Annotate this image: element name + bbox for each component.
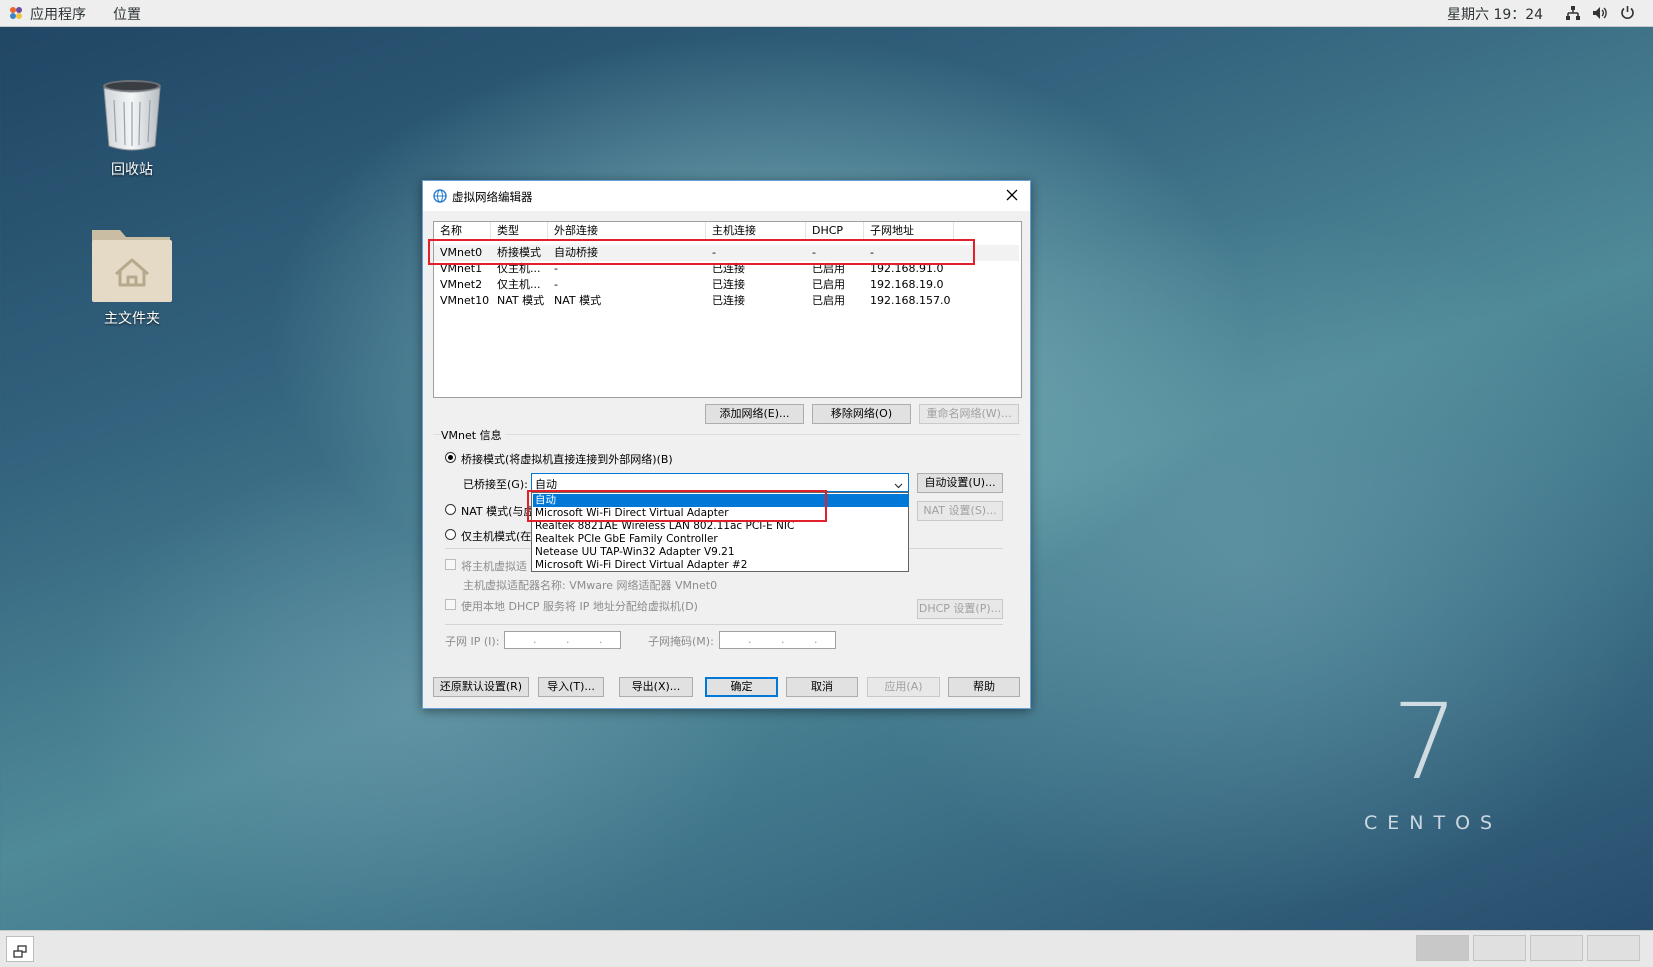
cell-host: 已连接	[712, 278, 745, 291]
power-icon[interactable]	[1620, 5, 1635, 24]
export-button[interactable]: 导出(X)...	[619, 677, 693, 697]
subnet-ip-label: 子网 IP (I):	[445, 635, 500, 648]
cell-name: VMnet2	[440, 278, 483, 291]
cell-dhcp: 已启用	[812, 278, 845, 291]
dropdown-option[interactable]: Netease UU TAP-Win32 Adapter V9.21	[533, 546, 909, 559]
vmnet0-highlight-box	[428, 239, 975, 265]
show-desktop-button[interactable]	[6, 936, 34, 962]
use-local-dhcp-checkbox[interactable]	[445, 599, 456, 610]
bridged-to-label: 已桥接至(G):	[463, 478, 528, 491]
help-button[interactable]: 帮助	[948, 677, 1020, 697]
applications-menu[interactable]: 应用程序	[30, 4, 86, 24]
dropdown-option[interactable]: Microsoft Wi-Fi Direct Virtual Adapter #…	[533, 559, 909, 572]
chevron-down-icon	[894, 479, 903, 492]
cell-external: NAT 模式	[554, 294, 602, 307]
rename-network-button[interactable]: 重命名网络(W)...	[919, 404, 1019, 424]
restore-defaults-button[interactable]: 还原默认设置(R)	[433, 677, 529, 697]
col-header-subnet[interactable]: 子网地址	[864, 222, 954, 240]
ok-button[interactable]: 确定	[705, 677, 778, 697]
workspace-1[interactable]	[1416, 935, 1469, 961]
connect-host-adapter-checkbox[interactable]	[445, 559, 456, 570]
cell-type: 仅主机...	[497, 278, 541, 291]
table-row[interactable]: VMnet10 NAT 模式 NAT 模式 已连接 已启用 192.168.15…	[434, 293, 1019, 309]
network-icon[interactable]	[1565, 6, 1581, 25]
import-button[interactable]: 导入(T)...	[538, 677, 604, 697]
cell-external: -	[554, 278, 558, 291]
workspace-3[interactable]	[1530, 935, 1583, 961]
add-network-button[interactable]: 添加网络(E)...	[705, 404, 804, 424]
cell-subnet: 192.168.19.0	[870, 278, 944, 291]
nat-mode-label[interactable]: NAT 模式(与虚	[461, 503, 534, 519]
auto-settings-button[interactable]: 自动设置(U)...	[917, 473, 1003, 493]
cell-dhcp: 已启用	[812, 294, 845, 307]
window-list-icon	[13, 943, 27, 962]
dhcp-settings-button[interactable]: DHCP 设置(P)...	[917, 599, 1003, 619]
col-header-type[interactable]: 类型	[491, 222, 548, 240]
host-only-mode-radio[interactable]	[445, 529, 456, 540]
table-row[interactable]: VMnet2 仅主机... - 已连接 已启用 192.168.19.0	[434, 277, 1019, 293]
subnet-mask-value: . . .	[748, 633, 818, 646]
cell-name: VMnet10	[440, 294, 490, 307]
network-globe-icon	[433, 189, 447, 206]
use-local-dhcp-label[interactable]: 使用本地 DHCP 服务将 IP 地址分配给虚拟机(D)	[461, 598, 698, 614]
workspace-2[interactable]	[1473, 935, 1526, 961]
dropdown-option[interactable]: Realtek PCIe GbE Family Controller	[533, 533, 909, 546]
subnet-ip-value: . . .	[533, 633, 603, 646]
host-only-mode-label[interactable]: 仅主机模式(在	[461, 528, 531, 544]
bridge-mode-label[interactable]: 桥接模式(将虚拟机直接连接到外部网络)(B)	[461, 451, 673, 467]
home-folder-icon	[92, 230, 172, 302]
connect-host-adapter-label[interactable]: 将主机虚拟适	[461, 558, 527, 574]
adapter-highlight-box	[527, 490, 827, 522]
places-menu[interactable]: 位置	[113, 4, 141, 24]
nat-settings-button[interactable]: NAT 设置(S)...	[917, 501, 1003, 521]
home-folder-desktop-icon[interactable]: 主文件夹	[86, 224, 178, 328]
dialog-title: 虚拟网络编辑器	[452, 190, 533, 204]
trash-desktop-icon[interactable]: 回收站	[92, 78, 172, 179]
home-folder-label: 主文件夹	[104, 311, 160, 327]
host-adapter-name-label: 主机虚拟适配器名称: VMware 网络适配器 VMnet0	[463, 579, 718, 592]
col-header-dhcp[interactable]: DHCP	[806, 222, 864, 240]
col-header-host[interactable]: 主机连接	[706, 222, 806, 240]
apply-button[interactable]: 应用(A)	[867, 677, 940, 697]
subnet-ip-input[interactable]: . . .	[504, 631, 621, 649]
applications-icon[interactable]	[9, 6, 23, 24]
subnet-mask-label: 子网掩码(M):	[648, 635, 714, 648]
virtual-network-editor-dialog: 虚拟网络编辑器 名称 类型 外部连接 主机连接 DHCP 子网地址 VMnet0…	[422, 180, 1031, 709]
cancel-button[interactable]: 取消	[786, 677, 858, 697]
col-header-external[interactable]: 外部连接	[548, 222, 706, 240]
centos-version-number: 7	[1392, 681, 1459, 803]
cell-subnet: 192.168.157.0	[870, 294, 951, 307]
cell-type: NAT 模式	[497, 294, 545, 307]
divider	[445, 624, 1003, 625]
dialog-titlebar[interactable]: 虚拟网络编辑器	[423, 181, 1030, 211]
remove-network-button[interactable]: 移除网络(O)	[812, 404, 911, 424]
vmnet-info-label: VMnet 信息	[441, 427, 505, 443]
bridge-mode-radio[interactable]	[445, 452, 456, 463]
centos-brand-name: CENTOS	[1364, 812, 1503, 834]
trash-label: 回收站	[111, 162, 153, 178]
bottom-taskbar	[0, 930, 1653, 967]
col-header-name[interactable]: 名称	[434, 222, 491, 240]
top-bar: 应用程序 位置 星期六 19：24	[0, 0, 1653, 27]
clock[interactable]: 星期六 19：24	[1447, 4, 1543, 24]
close-icon[interactable]	[1006, 189, 1018, 204]
subnet-mask-input[interactable]: . . .	[719, 631, 836, 649]
cell-host: 已连接	[712, 294, 745, 307]
volume-icon[interactable]	[1592, 6, 1608, 24]
workspace-4[interactable]	[1587, 935, 1640, 961]
trash-icon	[103, 80, 161, 151]
nat-mode-radio[interactable]	[445, 504, 456, 515]
